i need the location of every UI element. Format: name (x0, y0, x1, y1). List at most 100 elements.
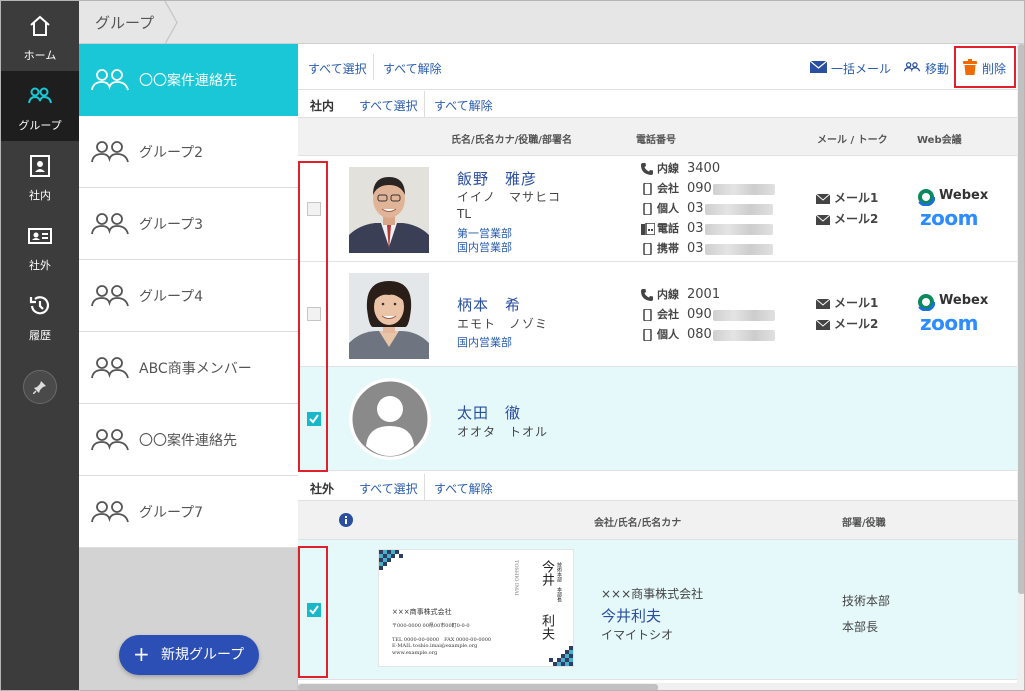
group-item[interactable]: グループ4 (79, 260, 298, 332)
group-item-label: 〇〇案件連絡先 (139, 433, 237, 449)
contact-kana: イイノ マサヒコ (457, 190, 562, 204)
vertical-scrollbar[interactable] (1017, 44, 1024, 690)
mail-icon (816, 299, 830, 309)
group-item-label: 〇〇案件連絡先 (139, 73, 237, 89)
redacted-number (713, 330, 775, 341)
mobile-icon (643, 203, 652, 215)
external-name[interactable]: 今井利夫 (601, 605, 661, 626)
nav-group[interactable]: グループ (1, 71, 79, 141)
avatar-icon (349, 378, 431, 460)
nav-group-label: グループ (18, 119, 62, 132)
mail-link[interactable]: メール2 (816, 316, 896, 332)
phone-entry[interactable]: 内線 2001 (641, 287, 791, 303)
redacted-number (705, 244, 773, 255)
new-group-button[interactable]: + 新規グループ (119, 635, 259, 675)
horizontal-scrollbar[interactable] (298, 683, 1017, 690)
phone-entry[interactable]: 会社 090 (641, 181, 791, 197)
group-icon (91, 285, 129, 307)
mail-link[interactable]: メール2 (816, 211, 896, 227)
internal-deselect-all-link[interactable]: すべて解除 (434, 97, 493, 114)
external-section-label: 社外 (310, 482, 335, 496)
zoom-link[interactable]: zoom (920, 311, 978, 335)
home-icon (30, 15, 50, 36)
group-item[interactable]: ABC商事メンバー (79, 332, 298, 404)
toolbar: すべて選択 すべて解除 一括メール 移動 削除 (298, 44, 1017, 90)
phone-label: 個人 (657, 328, 679, 341)
group-item-label: グループ4 (139, 289, 204, 305)
internal-section-header: 社内 すべて選択 すべて解除 (298, 90, 1017, 118)
select-all-link[interactable]: すべて選択 (308, 60, 367, 77)
group-icon (91, 429, 129, 451)
phone-icon (641, 289, 653, 301)
webex-icon (917, 293, 935, 311)
move-button[interactable]: 移動 (904, 58, 952, 76)
default-avatar (349, 378, 431, 460)
column-company: 会社/氏名/氏名カナ (594, 518, 682, 529)
group-item[interactable]: 〇〇案件連絡先 (79, 44, 298, 116)
phone-icon (641, 163, 653, 175)
contact-kana: オオタ トオル (457, 425, 549, 439)
mail-link[interactable]: メール1 (816, 295, 896, 311)
info-icon[interactable] (339, 513, 353, 527)
phone-entry[interactable]: 内線 3400 (641, 161, 791, 177)
group-item[interactable]: 〇〇案件連絡先 (79, 404, 298, 476)
group-icon (91, 357, 129, 379)
group-item[interactable]: グループ3 (79, 188, 298, 260)
contact-name[interactable]: 太田 徹 (457, 402, 521, 423)
contact-row[interactable]: 飯野 雅彦 イイノ マサヒコ TL 第一営業部 国内営業部 内線 3400 会社… (298, 156, 1017, 262)
external-section-header: 社外 すべて選択 すべて解除 (298, 473, 1017, 501)
group-item[interactable]: グループ2 (79, 116, 298, 188)
bulk-mail-label: 一括メール (831, 62, 892, 76)
mobile-icon (643, 309, 652, 321)
redacted-number (705, 224, 773, 235)
pin-button[interactable] (23, 370, 57, 404)
phone-label: 個人 (657, 202, 679, 215)
nav-home[interactable]: ホーム (1, 1, 79, 71)
contact-name[interactable]: 飯野 雅彦 (457, 168, 537, 189)
nav-internal[interactable]: 社内 (1, 141, 79, 211)
nav-history[interactable]: 履歴 (1, 281, 79, 351)
column-phone: 電話番号 (636, 135, 676, 146)
card-company: ×××商事株式会社 (392, 608, 452, 616)
contact-row[interactable]: 柄本 希 エモト ノゾミ 国内営業部 内線 2001 会社 090 個人 080 (298, 262, 1017, 367)
group-icon (91, 213, 129, 235)
nav-external[interactable]: 社外 (1, 211, 79, 281)
scroll-thumb[interactable] (298, 684, 658, 690)
phone-entry[interactable]: 電話 03 (641, 221, 791, 237)
phone-entry[interactable]: 携帯 03 (641, 241, 791, 257)
column-name: 氏名/氏名カナ/役職/部署名 (451, 135, 572, 146)
external-select-all-link[interactable]: すべて選択 (359, 480, 418, 497)
phone-entry[interactable]: 会社 090 (641, 307, 791, 323)
card-name-bottom: 利夫 (539, 614, 554, 640)
phone-entry[interactable]: 個人 03 (641, 201, 791, 217)
external-deselect-all-link[interactable]: すべて解除 (434, 480, 493, 497)
desk-phone-icon (641, 223, 655, 235)
internal-select-all-link[interactable]: すべて選択 (359, 97, 418, 114)
contact-row[interactable]: 太田 徹 オオタ トオル (298, 367, 1017, 471)
phone-label: 電話 (657, 222, 679, 235)
mail-link[interactable]: メール1 (816, 190, 896, 206)
contact-name[interactable]: 柄本 希 (457, 294, 521, 315)
mail-icon (810, 61, 827, 73)
main-nav: ホーム グループ 社内 社外 履歴 (1, 1, 79, 690)
mail-icon (816, 215, 830, 225)
card-pattern (379, 550, 403, 570)
phone-entry[interactable]: 個人 080 (641, 327, 791, 343)
group-item[interactable]: グループ7 (79, 476, 298, 548)
business-card-image[interactable]: TOSHIO IMAI 今井 利夫 技術本部 本部長 ×××商事株式会社 〒00… (378, 549, 574, 667)
scroll-thumb[interactable] (1018, 44, 1024, 594)
webex-label: Webex (939, 188, 989, 203)
group-list: 〇〇案件連絡先 グループ2 グループ3 グループ4 ABC商事メンバー 〇〇案件… (79, 44, 298, 690)
zoom-link[interactable]: zoom (920, 206, 978, 230)
webex-link[interactable]: Webex (917, 292, 997, 311)
breadcrumb-arrow-icon (164, 1, 178, 44)
external-contact-row[interactable]: TOSHIO IMAI 今井 利夫 技術本部 本部長 ×××商事株式会社 〒00… (298, 540, 1017, 680)
deselect-all-link[interactable]: すべて解除 (383, 60, 442, 77)
bulk-mail-button[interactable]: 一括メール (810, 58, 896, 76)
breadcrumb[interactable]: グループ (95, 12, 154, 33)
plus-icon: + (133, 642, 150, 666)
mail-icon (816, 320, 830, 330)
webex-link[interactable]: Webex (917, 187, 997, 206)
webex-icon (917, 188, 935, 206)
phone-value: 03 (687, 241, 704, 256)
